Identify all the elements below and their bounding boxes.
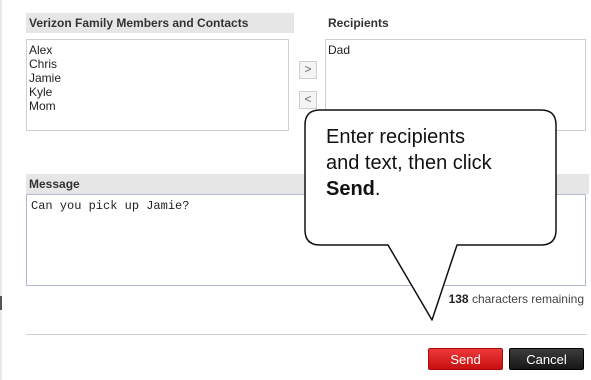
contacts-header: Verizon Family Members and Contacts <box>26 13 294 33</box>
remove-recipient-button[interactable]: < <box>299 91 317 109</box>
list-item[interactable]: Mom <box>29 99 286 113</box>
characters-remaining-label: characters remaining <box>468 292 584 306</box>
recipients-listbox[interactable]: Dad <box>325 39 586 131</box>
callout-line: Enter recipients <box>326 126 465 148</box>
divider <box>26 334 587 335</box>
list-item[interactable]: Alex <box>29 43 286 57</box>
recipients-header: Recipients <box>325 13 589 33</box>
message-textarea[interactable]: Can you pick up Jamie? <box>26 194 586 286</box>
characters-remaining-count: 138 <box>448 292 469 306</box>
list-item[interactable]: Chris <box>29 57 286 71</box>
add-recipient-button[interactable]: > <box>299 61 317 79</box>
callout-emphasis: Send <box>326 178 375 200</box>
window-left-edge <box>0 0 2 380</box>
callout-line-end: . <box>374 178 381 200</box>
send-button[interactable]: Send <box>428 348 503 370</box>
characters-remaining: 138 characters remaining <box>330 292 584 306</box>
callout-text: Enter recipients and text, then click Se… <box>326 124 556 202</box>
cancel-button[interactable]: Cancel <box>509 348 584 370</box>
list-item[interactable]: Jamie <box>29 71 286 85</box>
callout-line: Send. <box>326 176 556 202</box>
list-item[interactable]: Dad <box>328 43 583 57</box>
edge-marker <box>0 296 2 310</box>
list-item[interactable]: Kyle <box>29 85 286 99</box>
callout-line: and text, then click <box>326 152 492 174</box>
contacts-listbox[interactable]: Alex Chris Jamie Kyle Mom <box>26 39 289 131</box>
